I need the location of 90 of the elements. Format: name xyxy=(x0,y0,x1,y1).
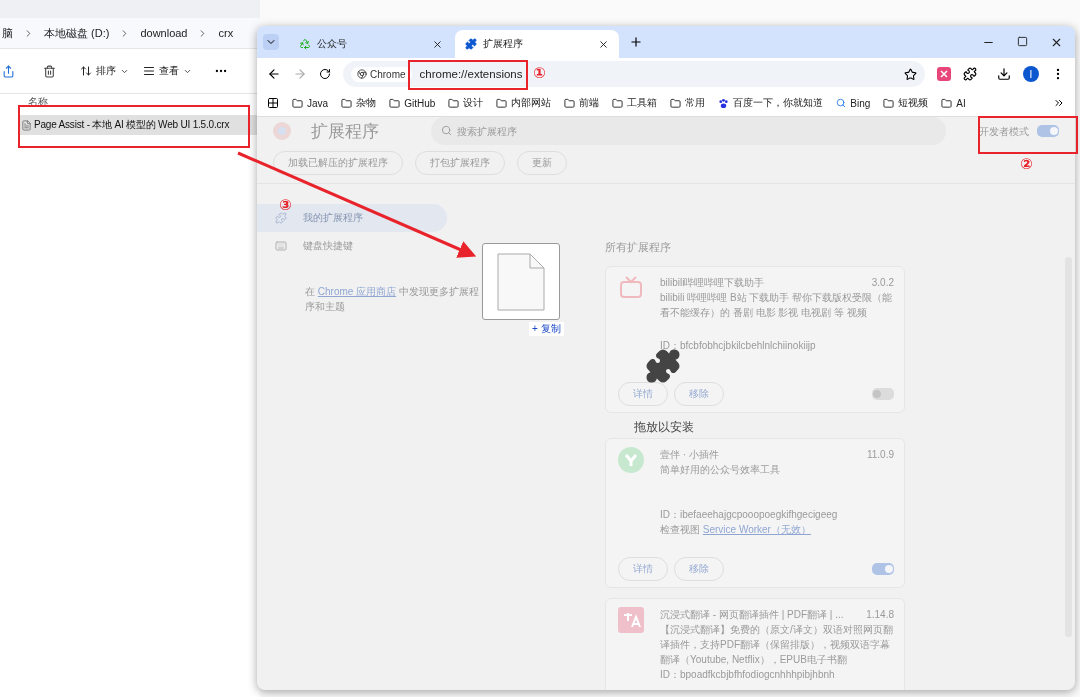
folder-icon xyxy=(341,97,353,109)
translate-icon xyxy=(618,607,644,633)
extensions-icon[interactable] xyxy=(963,67,977,81)
copy-badge: + 复制 xyxy=(529,322,564,336)
download-icon[interactable] xyxy=(997,67,1011,81)
more-bookmarks-icon[interactable] xyxy=(1053,97,1065,109)
puzzle-icon xyxy=(275,212,287,224)
extension-name: 壹伴 · 小插件 xyxy=(660,448,719,462)
extension-id: ID：bfcbfobhcjbkilcbehlnlchiinokiijp xyxy=(660,339,817,353)
bookmark[interactable]: 短视频 xyxy=(883,96,929,110)
folder-icon xyxy=(389,97,401,109)
puzzle-icon xyxy=(465,38,477,50)
close-icon[interactable] xyxy=(432,38,443,50)
extension-description: bilibili 哔哩哔哩 B站 下载助手 帮你下载版权受限（能看不能缓存）的 番剧 电影 影视 电视剧 等 视频 xyxy=(660,291,894,320)
delete-icon[interactable] xyxy=(43,64,56,78)
inspect-views-text: 检查视图 Service Worker（无效） xyxy=(660,523,812,537)
version-text: 3.0.2 xyxy=(871,276,894,290)
browser-tab[interactable]: 公众号 xyxy=(289,30,453,58)
star-icon[interactable] xyxy=(904,67,917,81)
section-title: 所有扩展程序 xyxy=(605,240,672,255)
browser-tab[interactable]: 扩展程序 xyxy=(455,30,619,58)
file-row[interactable]: Page Assist - 本地 AI 模型的 Web UI 1.5.0.crx xyxy=(20,115,260,135)
paw-icon xyxy=(718,97,730,109)
new-tab-icon[interactable] xyxy=(629,35,643,49)
puzzle-icon xyxy=(645,348,681,384)
chrome-icon xyxy=(357,69,367,79)
profile-avatar[interactable]: I xyxy=(1023,66,1039,82)
apps-icon[interactable] xyxy=(267,97,279,109)
bookmark[interactable]: 常用 xyxy=(670,96,706,110)
back-icon[interactable] xyxy=(267,67,281,81)
site-chip[interactable]: Chrome xyxy=(351,66,412,82)
folder-icon xyxy=(883,97,895,109)
extension-id: ID：bpoadfkcbjbfhfodiogcnhhhpibjhbnh xyxy=(660,668,836,682)
keyboard-icon xyxy=(275,240,287,252)
bookmark[interactable]: Bing xyxy=(836,97,871,109)
close-icon[interactable] xyxy=(598,38,609,50)
step-number: ① xyxy=(533,64,546,82)
tab-list-icon[interactable] xyxy=(263,34,279,50)
extension-description: 简单好用的公众号效率工具 xyxy=(660,463,781,477)
bookmark[interactable]: 工具箱 xyxy=(612,96,658,110)
page-title: 扩展程序 xyxy=(311,120,380,143)
folder-icon xyxy=(670,97,682,109)
bookmark[interactable]: 内部网站 xyxy=(496,96,552,110)
step-number: ② xyxy=(1020,155,1033,173)
search-icon xyxy=(836,98,847,108)
bookmark[interactable]: 设计 xyxy=(448,96,484,110)
folder-icon xyxy=(941,97,953,109)
breadcrumb[interactable]: 脑 xyxy=(2,25,13,41)
folder-icon xyxy=(496,97,508,109)
reload-icon[interactable] xyxy=(319,68,331,80)
extension-name: bilibili哔哩哔哩下载助手 xyxy=(660,276,765,290)
folder-icon xyxy=(564,97,576,109)
bookmark[interactable]: 杂物 xyxy=(341,96,377,110)
bookmark[interactable]: AI xyxy=(941,97,966,109)
extension-logo-icon[interactable] xyxy=(937,67,951,81)
extension-id: ID：ibefaeehajgcpooopoegkifhgecigeeg xyxy=(660,508,839,522)
store-promo-text: 在 Chrome 应用商店 中发现更多扩展程序和主题 xyxy=(305,285,480,314)
tv-icon xyxy=(618,275,644,301)
version-text: 1.14.8 xyxy=(866,608,894,622)
folder-icon xyxy=(292,97,303,109)
breadcrumb[interactable]: crx xyxy=(218,27,234,39)
bookmark[interactable]: Java xyxy=(292,97,329,109)
developer-mode-label: 开发者模式 xyxy=(979,124,1029,139)
toggle-switch[interactable] xyxy=(872,388,894,400)
breadcrumb[interactable]: 本地磁盘 (D:) xyxy=(44,25,110,41)
chrome-logo-icon xyxy=(273,122,291,140)
toggle-switch[interactable] xyxy=(872,563,894,575)
view-button[interactable]: 查看 xyxy=(143,64,192,78)
drop-caption: 拖放以安装 xyxy=(634,419,694,436)
sort-icon xyxy=(80,65,92,77)
sort-button[interactable]: 排序 xyxy=(80,64,129,78)
version-text: 11.0.9 xyxy=(866,448,894,462)
recycle-icon xyxy=(299,38,311,50)
bookmark[interactable]: GitHub xyxy=(389,97,436,109)
folder-icon xyxy=(612,97,624,109)
bookmark[interactable]: 百度一下，你就知道 xyxy=(718,96,824,110)
search-field[interactable]: 搜索扩展程序 xyxy=(431,117,946,145)
search-icon xyxy=(441,125,452,136)
breadcrumb[interactable]: download xyxy=(140,27,188,39)
letter-logo-icon xyxy=(618,447,644,473)
extension-description: 【沉浸式翻译】免费的（原文/译文）双语对照网页翻译插件，支持PDF翻译（保留排版），视频双语字幕翻译（Youtube, Netflix），EPUB电子书翻 xyxy=(660,623,894,667)
toggle-switch[interactable] xyxy=(1037,125,1059,137)
share-icon[interactable] xyxy=(2,64,15,78)
lines-icon xyxy=(143,65,155,77)
file-icon xyxy=(21,119,32,131)
extension-name: 沉浸式翻译 - 网页翻译插件 | PDF翻译 | ... xyxy=(660,608,844,622)
maximize-icon[interactable] xyxy=(1017,35,1028,47)
folder-icon xyxy=(448,97,460,109)
bookmark[interactable]: 前端 xyxy=(564,96,600,110)
url-text: chrome://extensions xyxy=(418,67,524,82)
